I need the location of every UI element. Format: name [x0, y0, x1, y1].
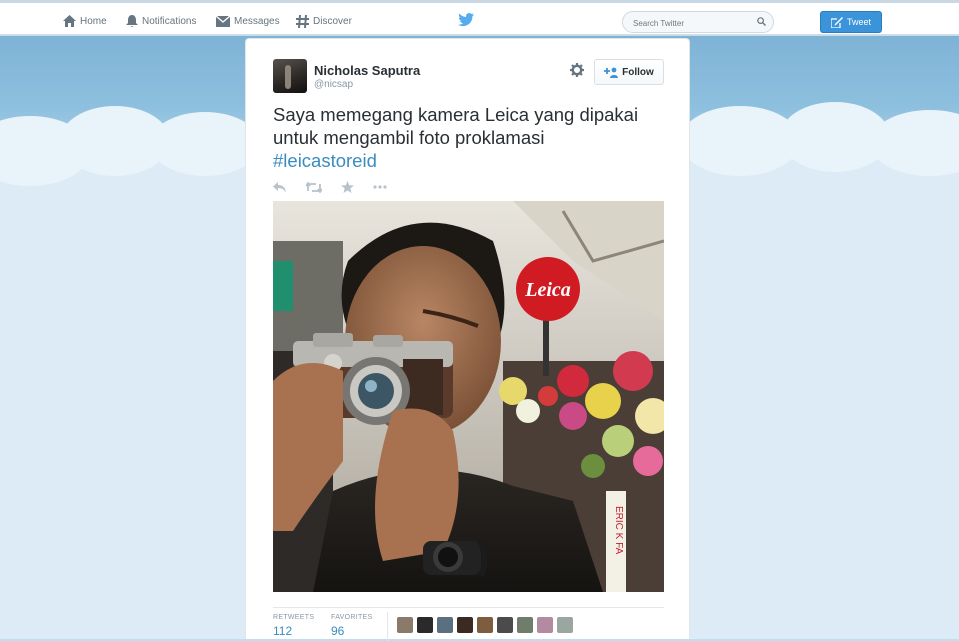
nav-discover[interactable]: Discover	[296, 12, 352, 30]
stats-divider	[387, 612, 388, 641]
tweet-username[interactable]: @nicsap	[314, 79, 353, 90]
nav-messages[interactable]: Messages	[216, 12, 280, 30]
retweet-button[interactable]	[306, 180, 322, 194]
favorite-button[interactable]	[341, 180, 354, 194]
tweet-body: Saya memegang kamera Leica yang dipakai …	[273, 104, 639, 148]
more-icon	[373, 185, 387, 189]
more-button[interactable]	[373, 180, 387, 194]
tweet-card: Nicholas Saputra @nicsap Follow Saya mem…	[245, 38, 690, 641]
ribbon-text: ERIC K FA	[613, 506, 624, 555]
avatar[interactable]	[417, 617, 433, 633]
nav-home[interactable]: Home	[63, 12, 107, 30]
top-navbar: Home Notifications Messages Discover Twe…	[0, 0, 959, 35]
gear-icon[interactable]	[570, 63, 584, 77]
avatar[interactable]	[497, 617, 513, 633]
favoriter-avatars	[397, 617, 577, 633]
tweet-text: Saya memegang kamera Leica yang dipakai …	[273, 103, 673, 172]
search-icon[interactable]	[757, 17, 766, 26]
search-box[interactable]	[622, 11, 774, 33]
avatar[interactable]	[477, 617, 493, 633]
messages-icon	[216, 15, 230, 27]
nav-discover-label: Discover	[313, 15, 352, 27]
nav-notifications-label: Notifications	[142, 15, 197, 27]
notifications-icon	[126, 15, 138, 27]
reply-button[interactable]	[273, 180, 287, 194]
compose-icon	[830, 16, 843, 28]
tweet-photo[interactable]: ERIC K FA Leica	[273, 201, 664, 592]
tweet-fullname[interactable]: Nicholas Saputra	[314, 63, 420, 78]
avatar[interactable]	[517, 617, 533, 633]
avatar[interactable]	[437, 617, 453, 633]
retweets-label: RETWEETS	[273, 614, 315, 621]
search-input[interactable]	[631, 15, 755, 31]
avatar[interactable]	[457, 617, 473, 633]
hashtag-link[interactable]: #leicastoreid	[273, 150, 377, 171]
reply-icon	[273, 181, 286, 192]
twitter-bird-icon[interactable]	[458, 13, 474, 26]
follow-label: Follow	[622, 66, 654, 78]
favorite-icon	[341, 181, 354, 193]
follow-button[interactable]: Follow	[594, 59, 664, 85]
nav-messages-label: Messages	[234, 15, 280, 27]
retweet-icon	[306, 181, 322, 193]
nav-home-label: Home	[80, 15, 107, 27]
nav-notifications[interactable]: Notifications	[126, 12, 196, 30]
avatar[interactable]	[537, 617, 553, 633]
discover-icon	[296, 14, 309, 28]
avatar[interactable]	[557, 617, 573, 633]
home-icon	[63, 15, 76, 27]
retweets-count[interactable]: 112	[273, 624, 292, 638]
cloud	[150, 112, 260, 176]
compose-tweet-label: Tweet	[846, 17, 871, 27]
leica-sign-text: Leica	[524, 279, 571, 301]
avatar[interactable]	[397, 617, 413, 633]
follow-icon	[604, 67, 619, 78]
tweet-actions	[273, 180, 406, 194]
avatar[interactable]	[273, 59, 307, 93]
favorites-count[interactable]: 96	[331, 624, 344, 638]
tweet-stats: RETWEETS 112 FAVORITES 96	[273, 607, 664, 641]
compose-tweet-button[interactable]: Tweet	[820, 11, 882, 33]
favorites-label: FAVORITES	[331, 614, 373, 621]
